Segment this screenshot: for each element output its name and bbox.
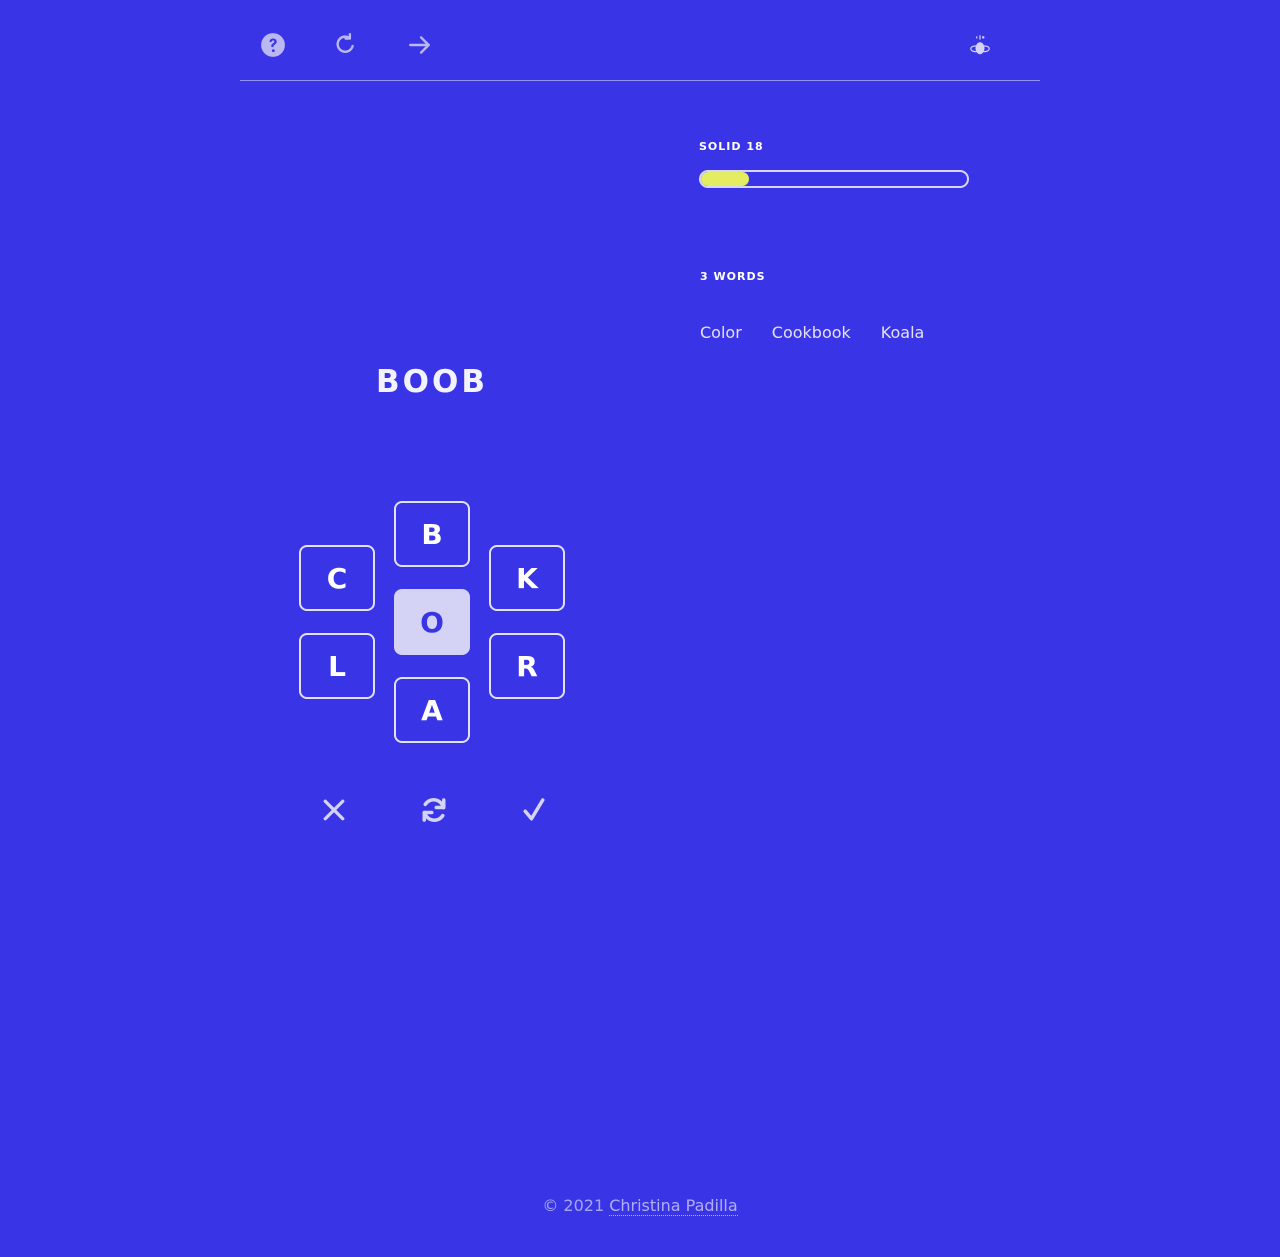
x-icon (323, 799, 345, 821)
rotate-icon (336, 32, 354, 53)
enter-button[interactable] (516, 792, 552, 828)
next-button[interactable] (405, 30, 435, 60)
footer: © 2021 Christina Padilla (0, 1196, 1280, 1216)
author-link[interactable]: Christina Padilla (609, 1196, 738, 1216)
logo[interactable] (965, 30, 995, 60)
found-word: Color (700, 323, 742, 342)
found-word: Cookbook (771, 323, 851, 342)
found-words-list: Color Cookbook Koala (700, 323, 924, 342)
letter-tile-lower-right[interactable]: R (489, 633, 565, 699)
rank-label: SOLID 18 (699, 140, 764, 153)
found-word: Koala (880, 323, 925, 342)
progress-bar (699, 170, 969, 188)
check-icon (523, 798, 545, 821)
delete-button[interactable] (316, 792, 352, 828)
shuffle-button[interactable] (416, 792, 452, 828)
restart-button[interactable] (330, 30, 360, 60)
bee-logo-icon (970, 35, 990, 55)
current-word: BOOB (376, 364, 488, 400)
game-page: SOLID 18 3 WORDS Color Cookbook Koala BO… (0, 0, 1280, 1257)
letter-tile-center[interactable]: O (394, 589, 470, 655)
question-circle-icon (261, 33, 285, 57)
letter-tile-top[interactable]: B (394, 501, 470, 567)
progress-fill (701, 172, 749, 186)
letter-tile-upper-left[interactable]: C (299, 545, 375, 611)
letter-tile-bottom[interactable]: A (394, 677, 470, 743)
help-button[interactable] (258, 30, 288, 60)
shuffle-icon (422, 798, 446, 822)
top-toolbar (240, 0, 1040, 81)
letter-tile-lower-left[interactable]: L (299, 633, 375, 699)
words-count: 3 WORDS (700, 270, 766, 283)
letter-tile-upper-right[interactable]: K (489, 545, 565, 611)
arrow-right-icon (409, 36, 430, 54)
copyright-text: © 2021 (542, 1196, 605, 1215)
